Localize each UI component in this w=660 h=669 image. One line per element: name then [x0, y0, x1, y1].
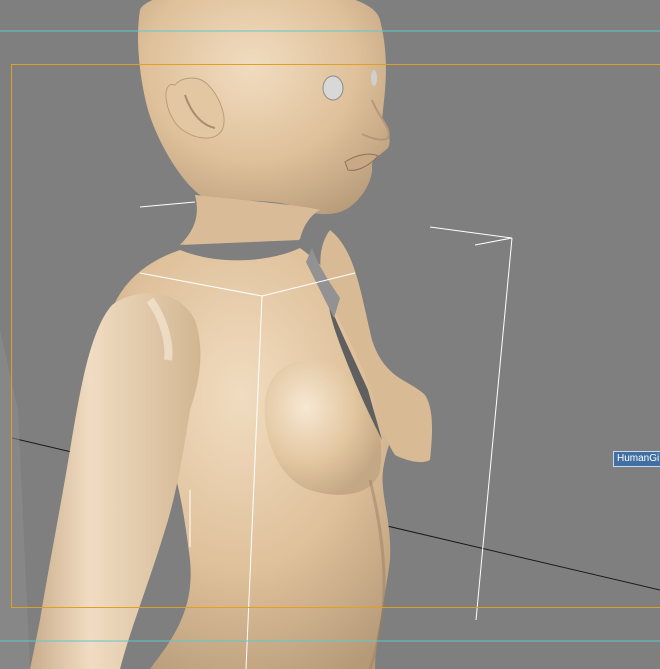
background-plane: [0, 330, 30, 669]
figure-head[interactable]: [137, 0, 390, 215]
object-name-label[interactable]: HumanGi: [613, 451, 660, 467]
eye-shape: [322, 75, 344, 101]
3d-viewport[interactable]: HumanGi: [0, 0, 660, 669]
viewport-scene[interactable]: [0, 0, 660, 669]
figure-arm[interactable]: [30, 293, 201, 669]
